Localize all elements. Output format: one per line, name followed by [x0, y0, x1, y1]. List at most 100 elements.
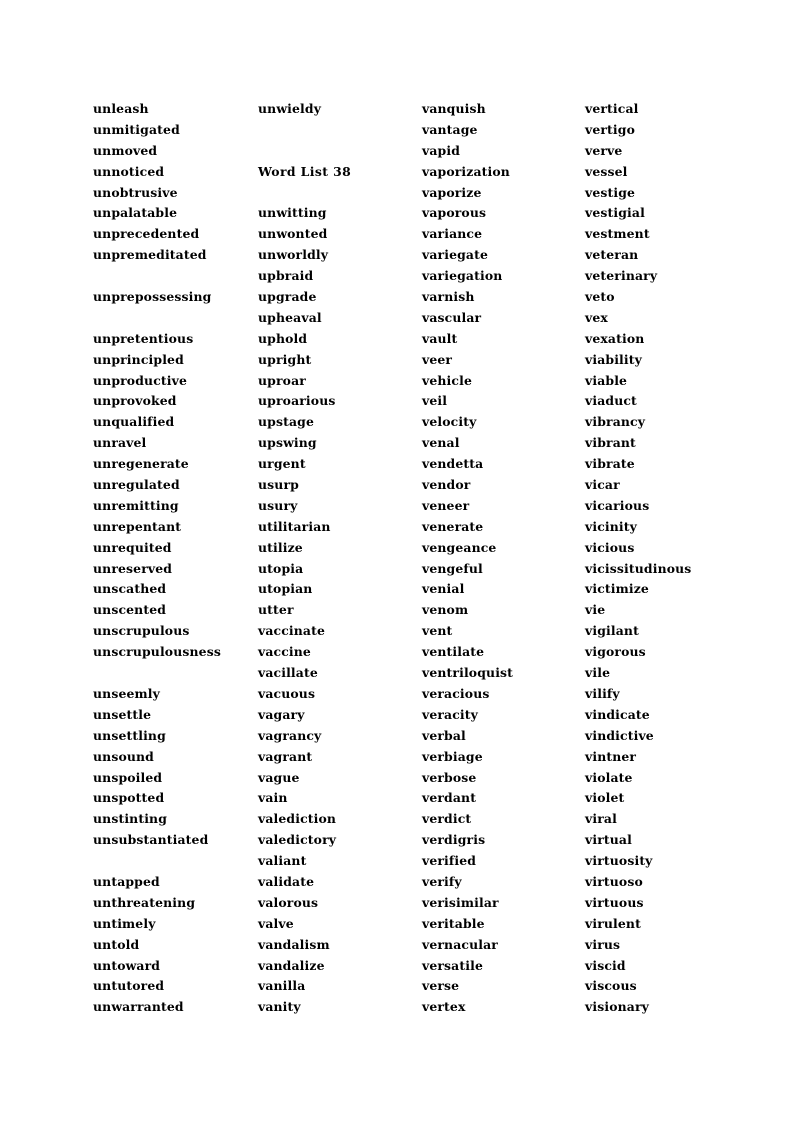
word-entry: vigorous	[585, 644, 646, 660]
word-entry: untapped	[93, 873, 160, 889]
word-entry: verse	[422, 978, 460, 994]
document-page: unleash unwieldy vanquish vertical unmitigat…	[0, 0, 794, 1123]
word-entry: venial	[422, 581, 465, 597]
word-entry: vestigial	[585, 205, 645, 221]
word-entry: vault	[422, 330, 458, 346]
word-entry: vindicate	[585, 706, 650, 722]
word-entry: upswing	[258, 435, 317, 451]
word-list-heading: Word List 38	[258, 163, 352, 179]
word-entry: verdigris	[422, 832, 486, 848]
word-entry: verbose	[422, 769, 477, 785]
word-entry: unqualified	[93, 414, 175, 430]
word-entry: unworldly	[258, 247, 329, 263]
word-list-grid: unleash unwieldy vanquish vertical unmitigat…	[93, 99, 733, 1018]
word-entry: veracious	[422, 685, 490, 701]
word-entry: vertical	[585, 101, 639, 116]
word-entry: ventilate	[422, 644, 485, 660]
word-entry: upbraid	[258, 268, 314, 284]
word-entry: violate	[585, 769, 633, 785]
word-entry: vehicle	[422, 372, 472, 388]
word-entry: untoward	[93, 957, 161, 973]
word-entry: viable	[585, 372, 628, 388]
word-entry: usury	[258, 497, 298, 513]
word-entry: vestment	[585, 226, 650, 242]
word-entry: valediction	[258, 811, 337, 827]
word-entry: unspotted	[93, 790, 165, 806]
word-entry: vicious	[585, 539, 635, 555]
word-entry: unnoticed	[93, 163, 165, 179]
word-entry: vilify	[585, 685, 620, 701]
word-entry: unsettle	[93, 706, 152, 722]
word-entry: unscrupulousness	[93, 644, 221, 660]
word-entry: veteran	[585, 247, 639, 263]
word-entry: vaporization	[422, 163, 510, 179]
word-entry: vaporous	[422, 205, 487, 221]
word-entry: vex	[585, 309, 608, 325]
word-entry: vindictive	[585, 727, 654, 743]
word-entry: unrequited	[93, 539, 172, 555]
word-entry: untimely	[93, 915, 156, 931]
word-entry: variegation	[422, 268, 503, 284]
word-entry: vile	[585, 665, 611, 681]
word-entry: vicissitudinous	[585, 560, 692, 576]
word-entry: viaduct	[585, 393, 637, 409]
word-entry: vengeful	[422, 560, 483, 576]
word-entry: unregenerate	[93, 456, 189, 472]
word-entry: utilize	[258, 539, 303, 555]
word-entry: utopia	[258, 560, 304, 576]
word-entry: vestige	[585, 184, 636, 200]
word-entry: velocity	[422, 414, 477, 430]
word-entry: verified	[422, 853, 477, 869]
word-entry: unscrupulous	[93, 623, 190, 639]
word-entry: unobtrusive	[93, 184, 178, 200]
word-entry: utter	[258, 602, 294, 618]
word-entry: unwarranted	[93, 999, 184, 1015]
word-entry: veritable	[422, 915, 485, 931]
word-entry: viscid	[585, 957, 626, 973]
word-entry: vaccine	[258, 644, 311, 660]
word-entry: uproar	[258, 372, 306, 388]
word-entry: versatile	[422, 957, 483, 973]
word-entry: virtuosity	[585, 853, 653, 869]
word-entry: vibrant	[585, 435, 636, 451]
word-entry: vie	[585, 602, 606, 618]
word-entry: varnish	[422, 289, 475, 305]
word-entry: ventriloquist	[422, 665, 514, 681]
word-entry: unsettling	[93, 727, 166, 743]
word-entry: vantage	[422, 121, 478, 137]
word-entry: uproarious	[258, 393, 336, 409]
word-entry: vengeance	[422, 539, 497, 555]
word-entry: unmoved	[93, 142, 158, 158]
word-entry: unmitigated	[93, 121, 180, 137]
word-entry: vandalize	[258, 957, 325, 973]
word-entry: vague	[258, 769, 300, 785]
word-entry: vaporize	[422, 184, 482, 200]
word-entry: verdict	[422, 811, 472, 827]
word-entry: vagrant	[258, 748, 313, 764]
word-entry: verify	[422, 873, 462, 889]
word-entry: unsubstantiated	[93, 832, 209, 848]
word-entry: upright	[258, 351, 312, 367]
word-entry: virtuous	[585, 894, 644, 910]
word-entry: utilitarian	[258, 518, 331, 534]
word-entry: unwitting	[258, 205, 327, 221]
word-entry: urgent	[258, 456, 306, 472]
word-entry: virtuoso	[585, 873, 643, 889]
word-entry: veneer	[422, 497, 470, 513]
word-entry: validate	[258, 873, 315, 889]
word-entry: unsound	[93, 748, 154, 764]
word-entry: unreserved	[93, 560, 173, 576]
word-entry: virus	[585, 936, 621, 952]
word-entry: unrepentant	[93, 518, 182, 534]
word-entry: valedictory	[258, 832, 337, 848]
word-entry: vagrancy	[258, 727, 322, 743]
word-entry: victimize	[585, 581, 649, 597]
word-entry: verisimilar	[422, 894, 499, 910]
word-entry: venerate	[422, 518, 484, 534]
word-entry: vibrancy	[585, 414, 646, 430]
word-entry: vapid	[422, 142, 461, 158]
word-entry: vacillate	[258, 665, 318, 681]
word-entry: unwieldy	[258, 101, 322, 116]
word-entry: visionary	[585, 999, 649, 1015]
word-entry: vagary	[258, 706, 305, 722]
